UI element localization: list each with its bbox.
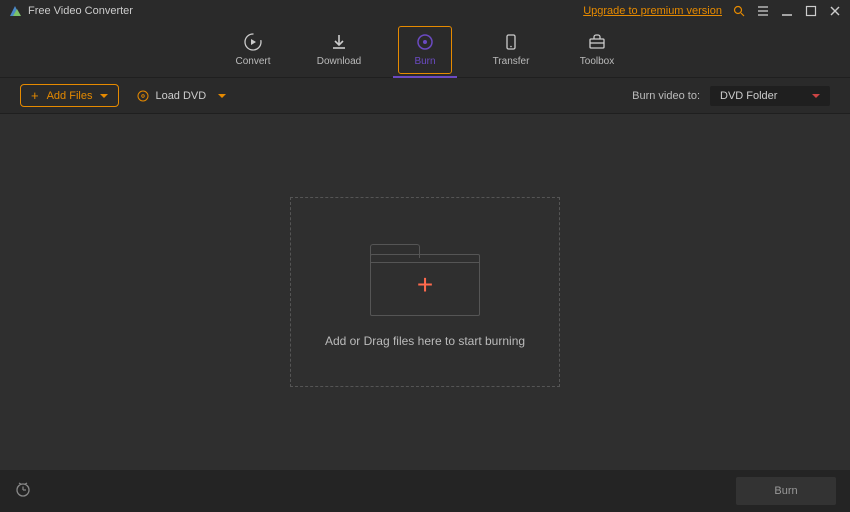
tab-burn[interactable]: Burn xyxy=(398,26,452,74)
titlebar-left: Free Video Converter xyxy=(8,4,133,18)
content-area: + Add or Drag files here to start burnin… xyxy=(0,114,850,470)
chevron-down-icon xyxy=(812,94,820,98)
tab-burn-label: Burn xyxy=(414,56,435,67)
minimize-icon[interactable] xyxy=(780,4,794,18)
plus-icon: + xyxy=(31,89,39,102)
clock-icon[interactable] xyxy=(14,480,32,503)
close-icon[interactable] xyxy=(828,4,842,18)
subbar: + Add Files Load DVD Burn video to: DVD … xyxy=(0,78,850,114)
tab-transfer-label: Transfer xyxy=(493,56,530,67)
app-title: Free Video Converter xyxy=(28,5,133,17)
tab-convert[interactable]: Convert xyxy=(226,26,280,74)
convert-icon xyxy=(243,32,263,52)
bottombar: Burn xyxy=(0,470,850,512)
toolbox-icon xyxy=(587,32,607,52)
burn-icon xyxy=(415,32,435,52)
titlebar: Free Video Converter Upgrade to premium … xyxy=(0,0,850,22)
upgrade-link[interactable]: Upgrade to premium version xyxy=(583,5,722,17)
chevron-down-icon xyxy=(218,94,226,98)
load-dvd-button[interactable]: Load DVD xyxy=(137,90,226,102)
add-files-button[interactable]: + Add Files xyxy=(20,84,119,107)
plus-icon: + xyxy=(417,269,433,301)
search-icon[interactable] xyxy=(732,4,746,18)
burn-to-value: DVD Folder xyxy=(720,90,777,102)
transfer-icon xyxy=(501,32,521,52)
burn-to-select[interactable]: DVD Folder xyxy=(710,86,830,106)
tab-toolbox-label: Toolbox xyxy=(580,56,614,67)
disc-icon xyxy=(137,90,149,102)
folder-icon: + xyxy=(370,236,480,316)
dropzone[interactable]: + Add or Drag files here to start burnin… xyxy=(290,197,560,387)
menu-icon[interactable] xyxy=(756,4,770,18)
download-icon xyxy=(329,32,349,52)
subbar-right: Burn video to: DVD Folder xyxy=(632,86,830,106)
main-tabs: Convert Download Burn Transfer Toolbox xyxy=(0,22,850,78)
chevron-down-icon xyxy=(100,94,108,98)
tab-transfer[interactable]: Transfer xyxy=(484,26,538,74)
dropzone-hint: Add or Drag files here to start burning xyxy=(325,334,525,348)
burn-button-label: Burn xyxy=(774,485,797,497)
burn-to-label: Burn video to: xyxy=(632,90,700,102)
load-dvd-label: Load DVD xyxy=(155,90,206,102)
tab-download-label: Download xyxy=(317,56,361,67)
tab-convert-label: Convert xyxy=(235,56,270,67)
burn-button[interactable]: Burn xyxy=(736,477,836,505)
tab-download[interactable]: Download xyxy=(312,26,366,74)
maximize-icon[interactable] xyxy=(804,4,818,18)
app-logo-icon xyxy=(8,4,22,18)
add-files-label: Add Files xyxy=(47,90,93,102)
titlebar-right: Upgrade to premium version xyxy=(583,4,842,18)
subbar-left: + Add Files Load DVD xyxy=(20,84,226,107)
tab-toolbox[interactable]: Toolbox xyxy=(570,26,624,74)
